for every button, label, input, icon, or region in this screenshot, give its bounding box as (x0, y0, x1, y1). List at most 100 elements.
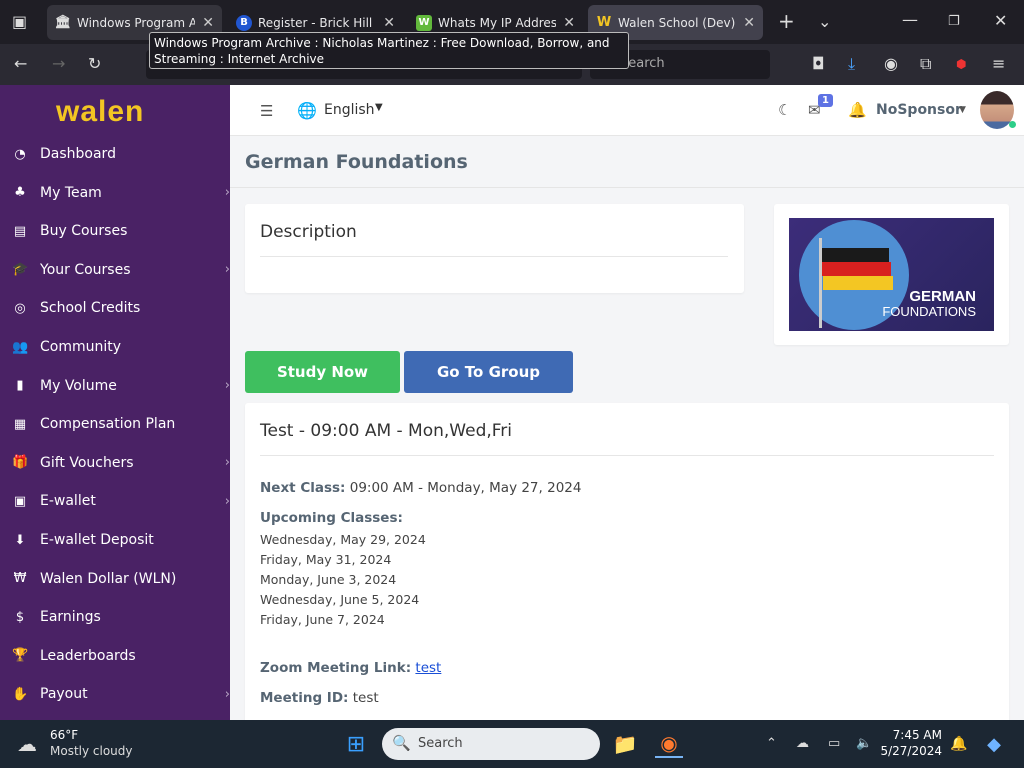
tab-title: Register - Brick Hill (258, 15, 373, 30)
close-tab-icon[interactable]: ✕ (743, 15, 755, 31)
taskbar-search-label: Search (418, 736, 463, 751)
minimize-icon[interactable]: — (902, 12, 918, 28)
windows-taskbar: ☁ 66°F Mostly cloudy ⊞ 🔍 Search 📁 ◉ ⌃ ☁ … (0, 720, 1024, 768)
divider (260, 455, 994, 456)
sidebar-item-my-team[interactable]: ♣ My Team › (0, 174, 230, 212)
course-image-card: GERMAN FOUNDATIONS (774, 204, 1009, 345)
sidebar-item-leaderboards[interactable]: 🏆 Leaderboards (0, 637, 230, 675)
restore-icon[interactable]: ❐ (948, 14, 960, 30)
extensions-icon[interactable]: ⧉ (920, 56, 931, 72)
sidebar-item-e-wallet-deposit[interactable]: ⬇ E-wallet Deposit (0, 521, 230, 559)
close-tab-icon[interactable]: ✕ (563, 15, 575, 31)
sidebar-item-dashboard[interactable]: ◔ Dashboard (0, 135, 230, 173)
sidebar-item-earnings[interactable]: $ Earnings (0, 598, 230, 636)
building-icon: 🏛 (54, 15, 72, 30)
close-tab-icon[interactable]: ✕ (383, 15, 395, 31)
forward-icon[interactable]: → (52, 56, 65, 72)
account-icon[interactable]: ◉ (884, 56, 898, 72)
sidebar-item-my-volume[interactable]: ▮ My Volume › (0, 367, 230, 405)
dollar-icon: $ (15, 609, 25, 625)
ublock-icon[interactable]: ⬢ (956, 56, 966, 72)
cloud-icon[interactable]: ☁ (17, 732, 37, 756)
app-topbar: ☰ 🌐 English ▼ ☾ ✉ 1 🔔 NoSponsor ▼ (230, 85, 1024, 136)
sidebar-item-compensation-plan[interactable]: ▦ Compensation Plan (0, 405, 230, 443)
volume-icon[interactable]: 🔈 (856, 736, 872, 752)
tab-title: Walen School (Dev) | Ge (618, 15, 736, 30)
sidebar-item-walen-dollar-wln[interactable]: ₩ Walen Dollar (WLN) (0, 560, 230, 598)
gift-icon: 🎁 (12, 455, 29, 471)
back-icon[interactable]: ← (14, 56, 27, 72)
chevron-down-icon[interactable]: ⌄ (818, 14, 831, 30)
upcoming-label: Upcoming Classes: (260, 510, 403, 526)
reload-icon[interactable]: ↻ (88, 56, 101, 72)
sidebar-item-label: Community (40, 339, 122, 355)
sidebar-item-e-wallet[interactable]: ▣ E-wallet › (0, 482, 230, 520)
sidebar-item-label: E-wallet (40, 493, 96, 510)
won-icon: ₩ (13, 571, 27, 587)
windows-start-icon[interactable]: ⊞ (342, 730, 370, 758)
users-icon: 👥 (12, 339, 29, 355)
meeting-id-value: test (352, 690, 379, 706)
chevron-down-icon[interactable]: ▼ (375, 102, 383, 113)
sidebar-item-label: My Volume (40, 377, 117, 394)
copilot-icon[interactable]: ◆ (980, 730, 1008, 758)
walen-logo[interactable]: walen (56, 95, 144, 129)
weather-temp[interactable]: 66°F (50, 728, 78, 742)
download-circle-icon: ⬇ (14, 532, 26, 548)
menu-icon[interactable]: ≡ (992, 56, 1005, 72)
walen-icon: W (596, 15, 612, 30)
divider (260, 256, 728, 257)
download-icon[interactable]: ⤓ (848, 56, 855, 72)
sitemap-icon: ♣ (14, 185, 26, 201)
taskbar-search[interactable]: 🔍 Search (382, 728, 600, 760)
sidebar-item-community[interactable]: 👥 Community (0, 328, 230, 366)
next-class-value: 09:00 AM - Monday, May 27, 2024 (349, 480, 582, 496)
image-text-line1: GERMAN (909, 288, 976, 305)
close-tab-icon[interactable]: ✕ (202, 15, 214, 31)
sidebar-item-gift-vouchers[interactable]: 🎁 Gift Vouchers › (0, 444, 230, 482)
sidebar-item-school-credits[interactable]: ◎ School Credits (0, 289, 230, 327)
user-menu[interactable]: NoSponsor (876, 102, 962, 118)
sidebar-item-your-courses[interactable]: 🎓 Your Courses › (0, 251, 230, 289)
globe-icon[interactable]: 🌐 (297, 101, 317, 120)
bar-chart-icon: ▮ (16, 378, 24, 394)
sidebar-item-label: Dashboard (40, 146, 116, 162)
study-now-button[interactable]: Study Now (245, 351, 400, 393)
onedrive-icon[interactable]: ☁ (796, 736, 809, 752)
course-image: GERMAN FOUNDATIONS (789, 218, 994, 331)
pocket-icon[interactable]: ◘ (812, 56, 825, 72)
display-icon[interactable]: ▭ (828, 736, 840, 752)
bell-icon[interactable]: 🔔 (848, 101, 867, 119)
sidebar-toggle-icon[interactable]: ☰ (260, 102, 273, 120)
clock-date[interactable]: 5/27/2024 (880, 744, 942, 758)
firefox-icon[interactable]: ◉ (655, 730, 683, 758)
language-select[interactable]: English (324, 102, 375, 118)
whatsmyip-icon: W (416, 14, 432, 31)
wallet-icon: ▣ (13, 493, 27, 509)
image-text-line2: FOUNDATIONS (882, 304, 976, 319)
sidebar: walen ◔ Dashboard ♣ My Team › ▤ Buy Courses 🎓 Yo… (0, 85, 230, 720)
sidebar-item-label: Compensation Plan (40, 416, 176, 433)
search-icon: 🔍 (392, 734, 411, 752)
tab-overview-icon[interactable]: ▣ (12, 14, 27, 30)
chevron-up-icon[interactable]: ⌃ (766, 736, 777, 752)
notification-bell-icon[interactable]: 🔔 (950, 736, 967, 752)
weather-desc[interactable]: Mostly cloudy (50, 744, 133, 758)
moon-icon[interactable]: ☾ (778, 101, 791, 119)
upcoming-class-item: Friday, June 7, 2024 (260, 612, 385, 627)
clock-time[interactable]: 7:45 AM (886, 728, 942, 742)
description-title: Description (260, 222, 357, 242)
sidebar-item-buy-courses[interactable]: ▤ Buy Courses (0, 212, 230, 250)
upcoming-class-item: Wednesday, May 29, 2024 (260, 532, 426, 547)
file-explorer-icon[interactable]: 📁 (611, 730, 639, 758)
close-window-icon[interactable]: ✕ (994, 13, 1007, 29)
sidebar-item-payout[interactable]: ✋ Payout › (0, 675, 230, 713)
zoom-link[interactable]: test (415, 660, 441, 676)
sidebar-item-label: E-wallet Deposit (40, 532, 154, 548)
chevron-right-icon: › (224, 262, 230, 278)
gauge-icon: ◔ (14, 146, 26, 162)
sidebar-item-label: Earnings (40, 609, 101, 626)
chevron-down-icon[interactable]: ▼ (959, 105, 966, 115)
new-tab-icon[interactable]: + (778, 11, 795, 31)
go-to-group-button[interactable]: Go To Group (404, 351, 573, 393)
